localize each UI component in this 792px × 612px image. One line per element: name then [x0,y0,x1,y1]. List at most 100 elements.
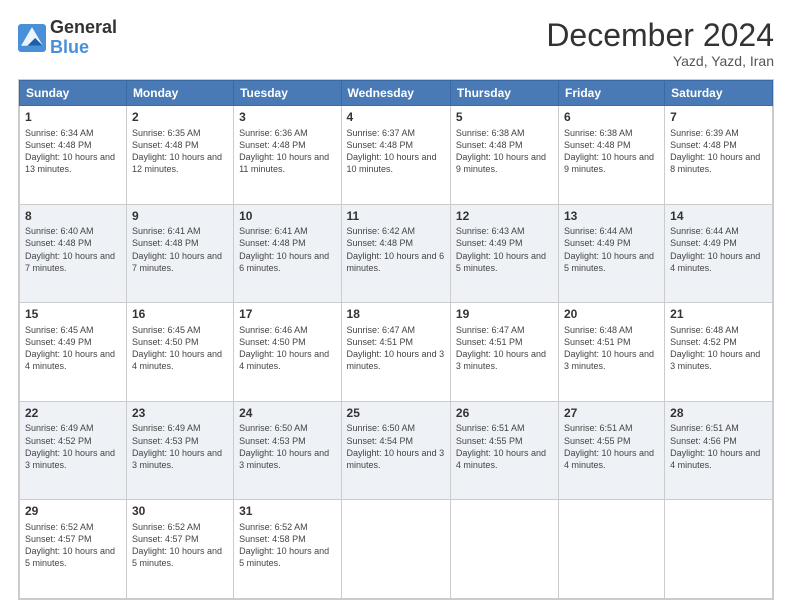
daylight-label: Daylight: 10 hours and 7 minutes. [25,251,115,273]
calendar-cell: 15 Sunrise: 6:45 AM Sunset: 4:49 PM Dayl… [20,303,127,402]
logo-general-text: General [50,18,117,38]
calendar-cell [341,500,450,599]
sunset-label: Sunset: 4:51 PM [347,337,414,347]
day-detail: Sunrise: 6:49 AM Sunset: 4:53 PM Dayligh… [132,422,228,471]
day-number: 3 [239,110,335,126]
day-detail: Sunrise: 6:47 AM Sunset: 4:51 PM Dayligh… [456,324,553,373]
logo-icon [18,24,46,52]
day-number: 13 [564,209,659,225]
daylight-label: Daylight: 10 hours and 5 minutes. [25,546,115,568]
day-number: 16 [132,307,228,323]
sunrise-label: Sunrise: 6:42 AM [347,226,416,236]
title-block: December 2024 Yazd, Yazd, Iran [546,18,774,69]
logo-blue-text: Blue [50,38,117,58]
calendar-body: 1 Sunrise: 6:34 AM Sunset: 4:48 PM Dayli… [20,106,773,599]
day-number: 21 [670,307,767,323]
daylight-label: Daylight: 10 hours and 3 minutes. [347,448,445,470]
day-number: 22 [25,406,121,422]
col-wednesday: Wednesday [341,81,450,106]
day-detail: Sunrise: 6:45 AM Sunset: 4:50 PM Dayligh… [132,324,228,373]
col-friday: Friday [559,81,665,106]
sunset-label: Sunset: 4:52 PM [25,436,92,446]
calendar-cell: 5 Sunrise: 6:38 AM Sunset: 4:48 PM Dayli… [450,106,558,205]
calendar-week-row: 1 Sunrise: 6:34 AM Sunset: 4:48 PM Dayli… [20,106,773,205]
sunset-label: Sunset: 4:53 PM [132,436,199,446]
sunset-label: Sunset: 4:48 PM [132,140,199,150]
day-detail: Sunrise: 6:52 AM Sunset: 4:58 PM Dayligh… [239,521,335,570]
daylight-label: Daylight: 10 hours and 6 minutes. [347,251,445,273]
day-detail: Sunrise: 6:44 AM Sunset: 4:49 PM Dayligh… [564,225,659,274]
calendar-cell: 19 Sunrise: 6:47 AM Sunset: 4:51 PM Dayl… [450,303,558,402]
daylight-label: Daylight: 10 hours and 5 minutes. [132,546,222,568]
sunrise-label: Sunrise: 6:46 AM [239,325,308,335]
daylight-label: Daylight: 10 hours and 4 minutes. [670,251,760,273]
calendar-cell: 12 Sunrise: 6:43 AM Sunset: 4:49 PM Dayl… [450,204,558,303]
day-detail: Sunrise: 6:52 AM Sunset: 4:57 PM Dayligh… [132,521,228,570]
calendar-cell [559,500,665,599]
sunrise-label: Sunrise: 6:50 AM [347,423,416,433]
calendar-cell: 17 Sunrise: 6:46 AM Sunset: 4:50 PM Dayl… [234,303,341,402]
daylight-label: Daylight: 10 hours and 3 minutes. [239,448,329,470]
daylight-label: Daylight: 10 hours and 3 minutes. [564,349,654,371]
sunrise-label: Sunrise: 6:49 AM [25,423,94,433]
day-number: 9 [132,209,228,225]
daylight-label: Daylight: 10 hours and 9 minutes. [456,152,546,174]
sunset-label: Sunset: 4:56 PM [670,436,737,446]
day-number: 11 [347,209,445,225]
sunset-label: Sunset: 4:49 PM [564,238,631,248]
day-number: 5 [456,110,553,126]
calendar-cell: 18 Sunrise: 6:47 AM Sunset: 4:51 PM Dayl… [341,303,450,402]
daylight-label: Daylight: 10 hours and 3 minutes. [132,448,222,470]
day-number: 27 [564,406,659,422]
page: General Blue December 2024 Yazd, Yazd, I… [0,0,792,612]
sunset-label: Sunset: 4:48 PM [239,140,306,150]
calendar-cell: 31 Sunrise: 6:52 AM Sunset: 4:58 PM Dayl… [234,500,341,599]
col-monday: Monday [126,81,233,106]
day-detail: Sunrise: 6:51 AM Sunset: 4:55 PM Dayligh… [564,422,659,471]
day-detail: Sunrise: 6:52 AM Sunset: 4:57 PM Dayligh… [25,521,121,570]
daylight-label: Daylight: 10 hours and 5 minutes. [239,546,329,568]
month-title: December 2024 [546,18,774,53]
day-detail: Sunrise: 6:38 AM Sunset: 4:48 PM Dayligh… [456,127,553,176]
calendar-cell: 25 Sunrise: 6:50 AM Sunset: 4:54 PM Dayl… [341,401,450,500]
day-number: 31 [239,504,335,520]
calendar-cell: 23 Sunrise: 6:49 AM Sunset: 4:53 PM Dayl… [126,401,233,500]
day-number: 2 [132,110,228,126]
day-detail: Sunrise: 6:48 AM Sunset: 4:52 PM Dayligh… [670,324,767,373]
sunrise-label: Sunrise: 6:47 AM [456,325,525,335]
calendar-cell: 8 Sunrise: 6:40 AM Sunset: 4:48 PM Dayli… [20,204,127,303]
daylight-label: Daylight: 10 hours and 4 minutes. [670,448,760,470]
sunset-label: Sunset: 4:53 PM [239,436,306,446]
day-number: 24 [239,406,335,422]
day-detail: Sunrise: 6:48 AM Sunset: 4:51 PM Dayligh… [564,324,659,373]
calendar-week-row: 22 Sunrise: 6:49 AM Sunset: 4:52 PM Dayl… [20,401,773,500]
day-detail: Sunrise: 6:51 AM Sunset: 4:55 PM Dayligh… [456,422,553,471]
sunrise-label: Sunrise: 6:45 AM [132,325,201,335]
day-detail: Sunrise: 6:41 AM Sunset: 4:48 PM Dayligh… [239,225,335,274]
calendar-cell: 29 Sunrise: 6:52 AM Sunset: 4:57 PM Dayl… [20,500,127,599]
calendar-cell: 21 Sunrise: 6:48 AM Sunset: 4:52 PM Dayl… [665,303,773,402]
day-number: 15 [25,307,121,323]
col-sunday: Sunday [20,81,127,106]
calendar-cell: 1 Sunrise: 6:34 AM Sunset: 4:48 PM Dayli… [20,106,127,205]
day-detail: Sunrise: 6:46 AM Sunset: 4:50 PM Dayligh… [239,324,335,373]
calendar-cell: 3 Sunrise: 6:36 AM Sunset: 4:48 PM Dayli… [234,106,341,205]
sunrise-label: Sunrise: 6:44 AM [564,226,633,236]
sunrise-label: Sunrise: 6:37 AM [347,128,416,138]
day-number: 23 [132,406,228,422]
col-saturday: Saturday [665,81,773,106]
calendar: Sunday Monday Tuesday Wednesday Thursday… [18,79,774,600]
sunset-label: Sunset: 4:48 PM [456,140,523,150]
sunset-label: Sunset: 4:51 PM [564,337,631,347]
sunrise-label: Sunrise: 6:52 AM [239,522,308,532]
day-detail: Sunrise: 6:47 AM Sunset: 4:51 PM Dayligh… [347,324,445,373]
daylight-label: Daylight: 10 hours and 3 minutes. [456,349,546,371]
logo: General Blue [18,18,117,58]
daylight-label: Daylight: 10 hours and 3 minutes. [25,448,115,470]
sunrise-label: Sunrise: 6:43 AM [456,226,525,236]
sunset-label: Sunset: 4:48 PM [670,140,737,150]
day-detail: Sunrise: 6:50 AM Sunset: 4:54 PM Dayligh… [347,422,445,471]
day-detail: Sunrise: 6:42 AM Sunset: 4:48 PM Dayligh… [347,225,445,274]
day-number: 8 [25,209,121,225]
col-tuesday: Tuesday [234,81,341,106]
